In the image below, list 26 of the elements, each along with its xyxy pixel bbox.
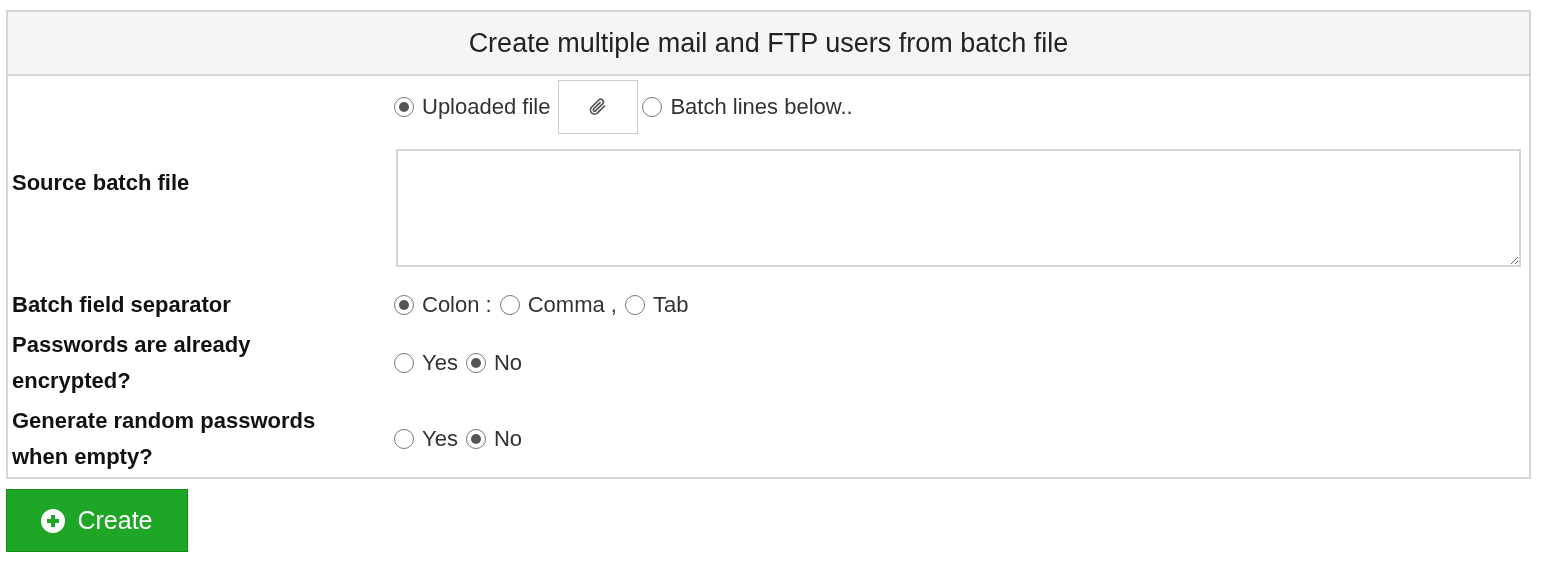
radio-label[interactable]: Comma , — [527, 292, 617, 318]
radio-label[interactable]: Yes — [422, 426, 458, 452]
plus-circle-icon — [41, 508, 66, 533]
radio-button[interactable] — [642, 97, 663, 117]
radio-button[interactable] — [394, 353, 414, 373]
radio-button[interactable] — [499, 295, 520, 315]
radio-button[interactable] — [465, 429, 486, 449]
panel-title: Create multiple mail and FTP users from batch file — [8, 12, 1529, 76]
field-label: Source batch file — [11, 168, 191, 197]
radio-button[interactable] — [465, 353, 486, 373]
radio-button[interactable] — [394, 97, 414, 117]
radio-label[interactable]: Tab — [652, 292, 689, 318]
radio-label[interactable]: Batch lines below.. — [670, 94, 853, 120]
radio-label[interactable]: No — [493, 426, 522, 452]
batch-lines-field[interactable] — [396, 149, 1521, 267]
radio-button[interactable] — [394, 295, 414, 315]
radio-button[interactable] — [394, 429, 414, 449]
radio-label[interactable]: No — [493, 350, 522, 376]
field-label: Batch field separator — [11, 291, 232, 319]
radio-button[interactable] — [624, 295, 645, 315]
field-label: Generate random passwords when empty? — [11, 407, 317, 471]
radio-label[interactable]: Uploaded file — [422, 94, 551, 120]
radio-label[interactable]: Colon : — [422, 292, 492, 318]
field-label: Passwords are already encrypted? — [11, 331, 252, 395]
attach-file-button[interactable] — [558, 80, 639, 134]
radio-label[interactable]: Yes — [422, 350, 458, 376]
